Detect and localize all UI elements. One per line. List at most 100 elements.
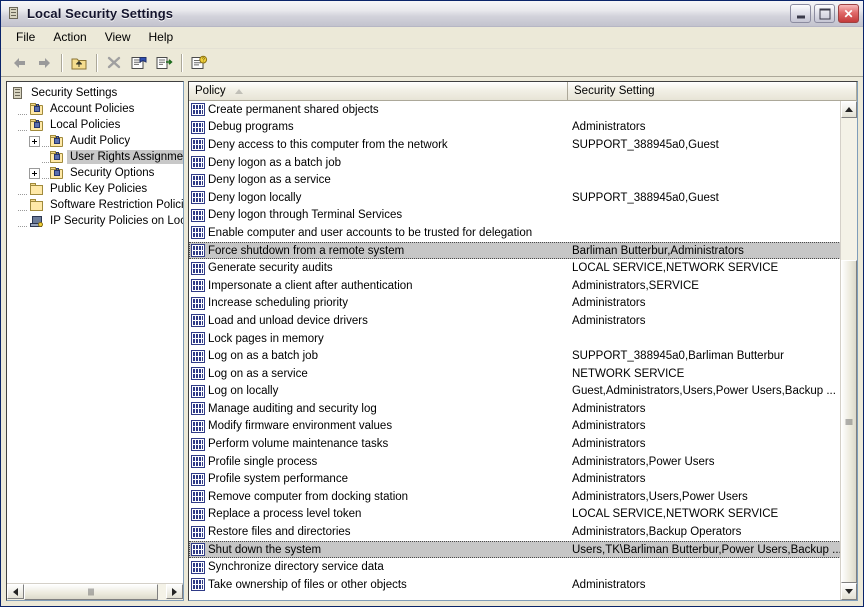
policy-name: Profile single process <box>208 455 318 468</box>
table-row[interactable]: Force shutdown from a remote system Barli… <box>189 241 857 260</box>
table-row[interactable]: Increase scheduling priority Administrato… <box>189 295 857 313</box>
table-row[interactable]: Replace a process level token LOCAL SERVI… <box>189 506 857 524</box>
policy-name: Create permanent shared objects <box>208 103 379 116</box>
menu-action[interactable]: Action <box>44 28 95 47</box>
tree-item-local-policies[interactable]: Local Policies <box>10 117 183 133</box>
policy-icon <box>191 578 205 592</box>
table-row[interactable]: Deny logon as a service <box>189 171 857 189</box>
table-row[interactable]: Deny logon as a batch job <box>189 154 857 172</box>
folder-lock-icon <box>29 118 45 133</box>
scroll-left-button[interactable] <box>7 584 24 599</box>
table-row[interactable]: Log on as a batch job SUPPORT_388945a0,Ba… <box>189 347 857 365</box>
table-row[interactable]: Deny logon through Terminal Services <box>189 207 857 225</box>
table-row[interactable]: Profile system performance Administrators <box>189 470 857 488</box>
scroll-right-button[interactable] <box>166 584 183 599</box>
policy-icon <box>191 173 205 187</box>
up-one-level-icon[interactable] <box>67 51 91 74</box>
tree-item-user-rights-assignment[interactable]: User Rights Assignment <box>10 149 183 165</box>
scroll-up-button[interactable] <box>841 101 857 118</box>
delete-icon[interactable] <box>102 51 126 74</box>
table-row[interactable]: Deny access to this computer from the ne… <box>189 136 857 154</box>
policy-cell: Shut down the system <box>190 543 569 557</box>
scroll-down-button[interactable] <box>841 583 857 600</box>
close-button[interactable]: ✕ <box>838 4 859 23</box>
folder-icon <box>29 182 45 197</box>
column-header-policy[interactable]: Policy <box>189 82 568 100</box>
tree-item-security-options[interactable]: Security Options <box>10 165 183 181</box>
window-title: Local Security Settings <box>27 6 174 21</box>
table-row[interactable]: Lock pages in memory <box>189 330 857 348</box>
policy-icon <box>191 384 205 398</box>
content-area: Security Settings Account Policies Local… <box>2 77 862 605</box>
export-list-icon[interactable] <box>152 51 176 74</box>
policy-cell: Synchronize directory service data <box>190 560 569 574</box>
table-row[interactable]: Log on locally Guest,Administrators,Users… <box>189 383 857 401</box>
hscroll-track[interactable] <box>24 584 166 600</box>
table-row[interactable]: Modify firmware environment values Admini… <box>189 418 857 436</box>
table-row[interactable]: Impersonate a client after authenticatio… <box>189 277 857 295</box>
table-row[interactable]: Debug programs Administrators <box>189 119 857 137</box>
table-row[interactable]: Manage auditing and security log Administ… <box>189 400 857 418</box>
tree-item-account-policies[interactable]: Account Policies <box>10 101 183 117</box>
tree-item-audit-policy[interactable]: Audit Policy <box>10 133 183 149</box>
tree-item-security-settings[interactable]: Security Settings <box>10 85 183 101</box>
expand-icon[interactable] <box>29 167 40 179</box>
list-vertical-scrollbar[interactable] <box>840 101 857 600</box>
tree-horizontal-scrollbar[interactable] <box>7 583 183 600</box>
menu-view[interactable]: View <box>96 28 140 47</box>
policy-icon <box>191 455 205 469</box>
back-icon[interactable] <box>7 51 31 74</box>
table-row[interactable]: Generate security audits LOCAL SERVICE,NE… <box>189 259 857 277</box>
policy-cell: Enable computer and user accounts to be … <box>190 226 569 240</box>
policy-name: Synchronize directory service data <box>208 561 384 574</box>
tree-item-ip-security-policies[interactable]: IP Security Policies on Local C <box>10 213 183 229</box>
table-row[interactable]: Take ownership of files or other objects… <box>189 576 857 594</box>
table-row[interactable]: Restore files and directories Administrat… <box>189 523 857 541</box>
menu-help[interactable]: Help <box>140 28 183 47</box>
tree-item-label: Local Policies <box>50 119 121 131</box>
tree-item-public-key-policies[interactable]: Public Key Policies <box>10 181 183 197</box>
table-row[interactable]: Remove computer from docking station Admi… <box>189 488 857 506</box>
security-setting-cell: NETWORK SERVICE <box>572 367 685 380</box>
policy-name: Modify firmware environment values <box>208 420 393 433</box>
properties-icon[interactable] <box>127 51 151 74</box>
column-header-security-setting[interactable]: Security Setting <box>568 82 857 100</box>
tree-item-label: Software Restriction Policies <box>50 199 183 211</box>
security-setting-cell: Administrators <box>572 402 646 415</box>
policy-name: Lock pages in memory <box>208 332 324 345</box>
maximize-button[interactable] <box>814 4 835 23</box>
security-setting-cell: Guest,Administrators,Users,Power Users,B… <box>572 385 836 398</box>
policy-icon <box>191 208 205 222</box>
menu-bar: File Action View Help <box>1 27 863 49</box>
policy-name: Force shutdown from a remote system <box>208 244 405 257</box>
hscroll-thumb[interactable] <box>24 584 158 600</box>
policy-list-pane: Policy Security Setting Create permanent… <box>188 81 858 601</box>
policy-cell: Profile single process <box>190 455 569 469</box>
table-row[interactable]: Synchronize directory service data <box>189 558 857 576</box>
table-row[interactable]: Perform volume maintenance tasks Administ… <box>189 435 857 453</box>
policy-icon <box>191 367 205 381</box>
title-bar: Local Security Settings ✕ <box>1 1 863 27</box>
table-row[interactable]: Profile single process Administrators,Pow… <box>189 453 857 471</box>
tree-item-software-restriction-policies[interactable]: Software Restriction Policies <box>10 197 183 213</box>
policy-icon <box>191 437 205 451</box>
table-row[interactable]: Shut down the system Users,TK\Barliman Bu… <box>189 540 857 559</box>
policy-icon <box>191 490 205 504</box>
table-row[interactable]: Load and unload device drivers Administra… <box>189 312 857 330</box>
expand-icon[interactable] <box>29 135 40 147</box>
forward-icon[interactable] <box>32 51 56 74</box>
list-body: Create permanent shared objects Debug pro… <box>189 101 857 600</box>
table-row[interactable]: Log on as a service NETWORK SERVICE <box>189 365 857 383</box>
tree-scroll-area[interactable]: Security Settings Account Policies Local… <box>7 82 183 583</box>
menu-file[interactable]: File <box>7 28 44 47</box>
minimize-button[interactable] <box>790 4 811 23</box>
security-setting-cell: Administrators <box>572 121 646 134</box>
table-row[interactable]: Create permanent shared objects <box>189 101 857 119</box>
table-row[interactable]: Deny logon locally SUPPORT_388945a0,Guest <box>189 189 857 207</box>
help-icon[interactable]: ? <box>187 51 211 74</box>
policy-name: Replace a process level token <box>208 508 362 521</box>
policy-icon <box>191 156 205 170</box>
vscroll-thumb[interactable] <box>841 260 857 583</box>
vscroll-track[interactable] <box>841 118 857 583</box>
table-row[interactable]: Enable computer and user accounts to be … <box>189 224 857 242</box>
